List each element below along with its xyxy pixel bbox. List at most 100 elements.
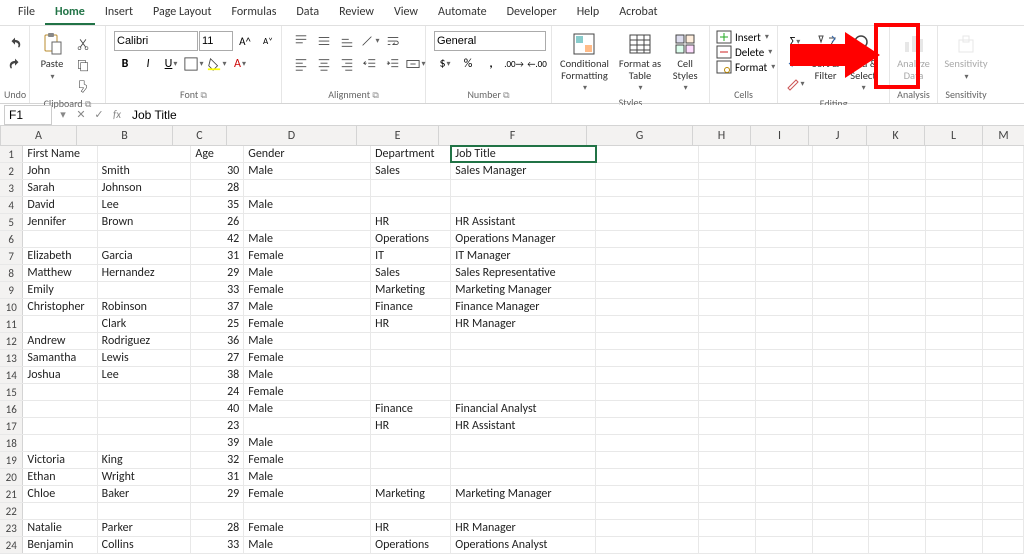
- cell-L2[interactable]: [926, 163, 983, 179]
- cell-C16[interactable]: 40: [191, 401, 244, 417]
- tab-insert[interactable]: Insert: [95, 0, 143, 25]
- paste-button[interactable]: Paste ▾: [34, 30, 70, 84]
- cell-C19[interactable]: 32: [191, 452, 244, 468]
- cell-D2[interactable]: Male: [244, 163, 371, 179]
- align-middle-button[interactable]: [313, 31, 335, 51]
- cell-E20[interactable]: [371, 469, 451, 485]
- cell-H18[interactable]: [699, 435, 756, 451]
- cell-G7[interactable]: [596, 248, 700, 264]
- cell-H3[interactable]: [699, 180, 756, 196]
- cell-A7[interactable]: Elizabeth: [23, 248, 97, 264]
- italic-button[interactable]: I: [137, 54, 159, 74]
- cell-J19[interactable]: [813, 452, 870, 468]
- cell-E18[interactable]: [371, 435, 451, 451]
- cell-A24[interactable]: Benjamin: [23, 537, 97, 553]
- cell-A21[interactable]: Chloe: [23, 486, 97, 502]
- cell-H4[interactable]: [699, 197, 756, 213]
- name-box-dropdown[interactable]: ▾: [54, 108, 72, 121]
- tab-file[interactable]: File: [8, 0, 45, 25]
- cell-M9[interactable]: [983, 282, 1024, 298]
- cell-A9[interactable]: Emily: [23, 282, 97, 298]
- cell-E23[interactable]: HR: [371, 520, 451, 536]
- font-name-select[interactable]: [114, 31, 198, 51]
- row-header-4[interactable]: 4: [0, 197, 23, 213]
- cell-G23[interactable]: [596, 520, 700, 536]
- cell-L14[interactable]: [926, 367, 983, 383]
- increase-indent-button[interactable]: [382, 54, 404, 74]
- cell-L13[interactable]: [926, 350, 983, 366]
- cell-J3[interactable]: [813, 180, 870, 196]
- cancel-formula-button[interactable]: ✕: [72, 108, 90, 121]
- cell-L4[interactable]: [926, 197, 983, 213]
- cell-A1[interactable]: First Name: [23, 146, 97, 162]
- cell-J13[interactable]: [813, 350, 870, 366]
- cell-D23[interactable]: Female: [244, 520, 371, 536]
- cell-B10[interactable]: Robinson: [98, 299, 192, 315]
- cell-M18[interactable]: [983, 435, 1024, 451]
- copy-button[interactable]: [72, 55, 94, 75]
- cell-C13[interactable]: 27: [191, 350, 244, 366]
- borders-button[interactable]: ▾: [183, 54, 205, 74]
- cell-E6[interactable]: Operations: [371, 231, 451, 247]
- cell-H12[interactable]: [699, 333, 756, 349]
- cell-G5[interactable]: [596, 214, 700, 230]
- clear-button[interactable]: ▾: [784, 74, 806, 94]
- tab-automate[interactable]: Automate: [428, 0, 497, 25]
- cell-E21[interactable]: Marketing: [371, 486, 451, 502]
- cell-K11[interactable]: [869, 316, 926, 332]
- cell-L9[interactable]: [926, 282, 983, 298]
- cell-M8[interactable]: [983, 265, 1024, 281]
- cell-L17[interactable]: [926, 418, 983, 434]
- cell-K22[interactable]: [869, 503, 926, 519]
- cell-A16[interactable]: [23, 401, 97, 417]
- cell-G14[interactable]: [596, 367, 700, 383]
- undo-button[interactable]: [4, 34, 26, 54]
- cell-I9[interactable]: [756, 282, 813, 298]
- percent-format-button[interactable]: %: [457, 54, 479, 74]
- cell-H20[interactable]: [699, 469, 756, 485]
- cell-C17[interactable]: 23: [191, 418, 244, 434]
- cell-G11[interactable]: [596, 316, 700, 332]
- cell-G3[interactable]: [596, 180, 700, 196]
- cell-J11[interactable]: [813, 316, 870, 332]
- cell-D24[interactable]: Male: [244, 537, 371, 553]
- cell-K17[interactable]: [869, 418, 926, 434]
- row-header-16[interactable]: 16: [0, 401, 23, 417]
- insert-cells-button[interactable]: Insert: [735, 31, 761, 44]
- cell-C22[interactable]: [191, 503, 244, 519]
- cell-A11[interactable]: [23, 316, 97, 332]
- cell-L12[interactable]: [926, 333, 983, 349]
- cell-C15[interactable]: 24: [191, 384, 244, 400]
- cell-B13[interactable]: Lewis: [98, 350, 192, 366]
- cell-H24[interactable]: [699, 537, 756, 553]
- column-header-A[interactable]: A: [1, 126, 77, 145]
- cell-M13[interactable]: [983, 350, 1024, 366]
- cell-C3[interactable]: 28: [191, 180, 244, 196]
- cell-L24[interactable]: [926, 537, 983, 553]
- number-format-select[interactable]: [434, 31, 546, 51]
- cell-C7[interactable]: 31: [191, 248, 244, 264]
- cell-D13[interactable]: Female: [244, 350, 371, 366]
- cell-H16[interactable]: [699, 401, 756, 417]
- decrease-indent-button[interactable]: [359, 54, 381, 74]
- cell-K18[interactable]: [869, 435, 926, 451]
- tab-review[interactable]: Review: [329, 0, 384, 25]
- cell-K4[interactable]: [869, 197, 926, 213]
- row-header-1[interactable]: 1: [0, 146, 23, 162]
- row-header-7[interactable]: 7: [0, 248, 23, 264]
- underline-button[interactable]: U▾: [160, 54, 182, 74]
- cell-E13[interactable]: [371, 350, 451, 366]
- cell-H17[interactable]: [699, 418, 756, 434]
- row-header-14[interactable]: 14: [0, 367, 23, 383]
- bold-button[interactable]: B: [114, 54, 136, 74]
- cell-A2[interactable]: John: [23, 163, 97, 179]
- cell-D6[interactable]: Male: [244, 231, 371, 247]
- cell-A17[interactable]: [23, 418, 97, 434]
- cell-B1[interactable]: [98, 146, 192, 162]
- cell-J1[interactable]: [813, 146, 870, 162]
- column-header-J[interactable]: J: [809, 126, 867, 145]
- cell-J14[interactable]: [813, 367, 870, 383]
- row-header-24[interactable]: 24: [0, 537, 23, 553]
- cell-J15[interactable]: [813, 384, 870, 400]
- tab-developer[interactable]: Developer: [497, 0, 567, 25]
